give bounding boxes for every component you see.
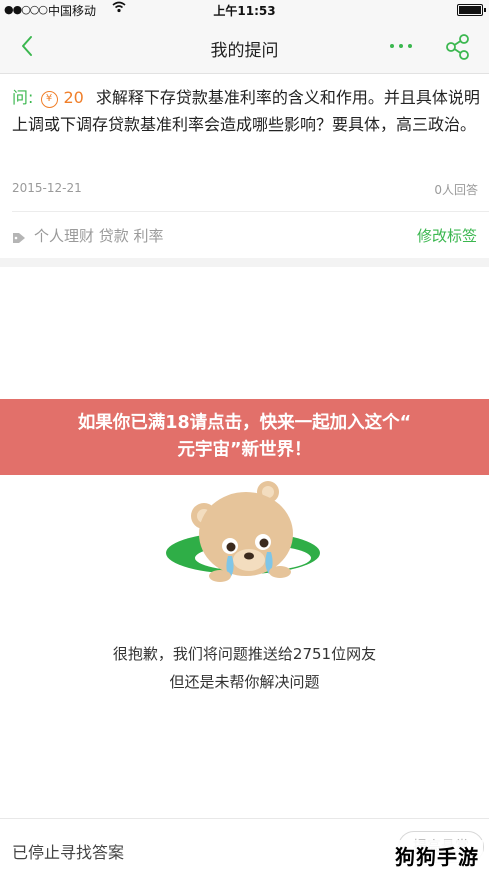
empty-state-message: 很抱歉，我们将问题推送给2751位网友 但还是未帮你解决问题 bbox=[0, 640, 489, 696]
answer-count: 0人回答 bbox=[434, 183, 478, 197]
tag-icon bbox=[12, 229, 26, 243]
promo-banner[interactable]: 如果你已满18请点击，快来一起加入这个“ 元宇宙”新世界！ bbox=[0, 399, 489, 475]
navigation-bar: 我的提问 bbox=[0, 20, 489, 74]
empty-state-line-2: 但还是未帮你解决问题 bbox=[169, 673, 320, 691]
stopped-searching-label: 已停止寻找答案 bbox=[12, 843, 125, 862]
question-date: 2015-12-21 bbox=[12, 181, 82, 195]
battery-icon bbox=[457, 4, 486, 16]
status-bar: ●●○○○ 中国移动 上午11:53 bbox=[0, 0, 489, 20]
banner-line-2: 元宇宙”新世界！ bbox=[177, 440, 312, 460]
share-icon[interactable] bbox=[443, 32, 473, 62]
status-time: 上午11:53 bbox=[213, 4, 276, 18]
coin-icon: ¥ bbox=[40, 91, 58, 108]
empty-state-line-1: 很抱歉，我们将问题推送给2751位网友 bbox=[112, 645, 377, 663]
section-gap bbox=[0, 258, 489, 267]
edit-tags-link[interactable]: 修改标签 bbox=[417, 225, 477, 246]
crying-bear-illustration bbox=[158, 478, 333, 590]
question-label: 问: bbox=[12, 88, 34, 107]
tag-list: 个人理财 贷款 利率 bbox=[34, 227, 164, 245]
question-text-block: 问: ¥20 求解释下存贷款基准利率的含义和作用。并且具体说明上调或下调存贷款基准… bbox=[12, 84, 480, 138]
watermark: 狗狗手游 bbox=[391, 840, 483, 871]
more-dots-icon[interactable] bbox=[386, 32, 416, 60]
tags-row: 个人理财 贷款 利率 修改标签 bbox=[0, 212, 489, 258]
question-meta: 2015-12-21 0人回答 bbox=[12, 181, 478, 197]
reward-amount: 20 bbox=[63, 88, 84, 107]
banner-line-1: 如果你已满18请点击，快来一起加入这个“ bbox=[77, 413, 412, 433]
